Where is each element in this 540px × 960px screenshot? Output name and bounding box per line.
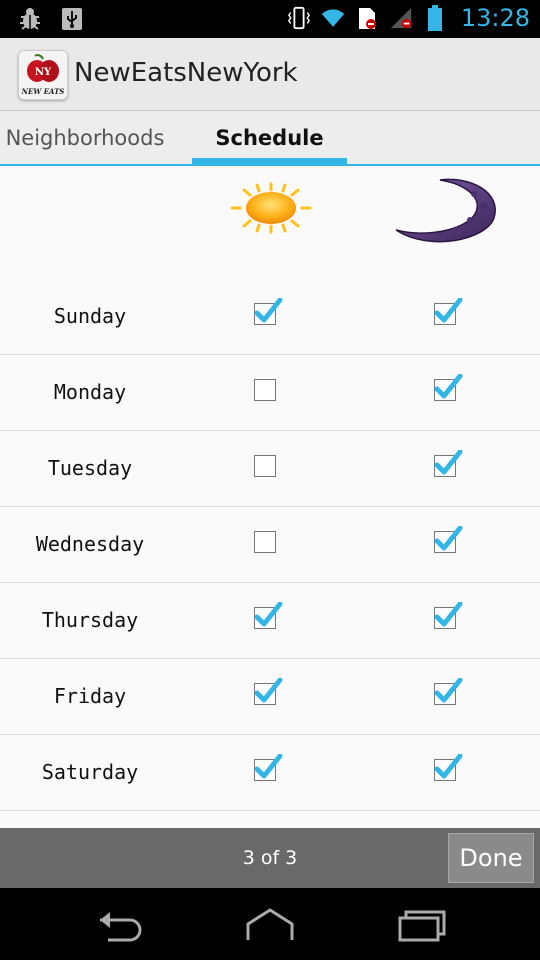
schedule-panel: Sunday Monday Tuesday Wednesday Thursday Frid…: [0, 166, 540, 828]
sd-card-icon: [355, 5, 379, 31]
bug-icon: [18, 6, 42, 32]
daytime-checkbox[interactable]: [254, 531, 276, 553]
schedule-row: Friday: [0, 658, 540, 735]
svg-text:NY: NY: [35, 67, 52, 78]
vibrate-icon: [287, 5, 311, 31]
daytime-checkbox[interactable]: [254, 602, 283, 629]
tab-schedule-label: Schedule: [215, 125, 324, 150]
home-icon[interactable]: [240, 906, 300, 942]
day-label: Wednesday: [35, 532, 145, 556]
bottom-bar: 3 of 3 Done: [0, 828, 540, 888]
tab-bar: Neighborhoods Schedule: [0, 111, 540, 166]
app-title: NewEatsNewYork: [74, 58, 298, 88]
tab-neighborhoods[interactable]: Neighborhoods: [0, 111, 170, 164]
app-logo-icon[interactable]: NY NEW EATS: [18, 50, 68, 100]
daytime-checkbox[interactable]: [254, 455, 276, 477]
schedule-row: Wednesday: [0, 506, 540, 583]
daytime-checkbox[interactable]: [254, 678, 283, 705]
status-clock: 13:28: [460, 4, 530, 32]
day-label: Sunday: [53, 304, 127, 328]
schedule-row: Sunday: [0, 278, 540, 355]
usb-icon: [60, 6, 84, 32]
schedule-row: Thursday: [0, 582, 540, 659]
svg-text:NEW EATS: NEW EATS: [21, 87, 65, 96]
schedule-row: Monday: [0, 354, 540, 431]
nighttime-checkbox[interactable]: [434, 754, 463, 781]
tab-selected-indicator: [192, 158, 347, 164]
nighttime-checkbox[interactable]: [434, 298, 463, 325]
nighttime-checkbox[interactable]: [434, 374, 463, 401]
navigation-bar: [0, 888, 540, 960]
schedule-row: Saturday: [0, 734, 540, 811]
battery-icon: [423, 5, 447, 31]
day-label: Monday: [53, 380, 127, 404]
schedule-row: Tuesday: [0, 430, 540, 507]
day-label: Thursday: [41, 608, 139, 632]
day-label: Saturday: [41, 760, 139, 784]
daytime-checkbox[interactable]: [254, 379, 276, 401]
recent-apps-icon[interactable]: [392, 906, 452, 942]
nighttime-checkbox[interactable]: [434, 602, 463, 629]
nighttime-checkbox[interactable]: [434, 450, 463, 477]
done-button[interactable]: Done: [448, 833, 534, 883]
nighttime-checkbox[interactable]: [434, 526, 463, 553]
day-label: Friday: [53, 684, 127, 708]
action-bar: NY NEW EATS NewEatsNewYork: [0, 38, 540, 111]
day-label: Tuesday: [47, 456, 133, 480]
wifi-icon: [321, 5, 345, 31]
daytime-checkbox[interactable]: [254, 754, 283, 781]
back-icon[interactable]: [92, 906, 152, 942]
tab-schedule[interactable]: Schedule: [192, 111, 347, 164]
sun-icon: [228, 180, 314, 236]
daytime-checkbox[interactable]: [254, 298, 283, 325]
moon-icon: [390, 174, 500, 246]
no-signal-icon: [389, 5, 413, 31]
nighttime-checkbox[interactable]: [434, 678, 463, 705]
status-bar: 13:28: [0, 0, 540, 38]
